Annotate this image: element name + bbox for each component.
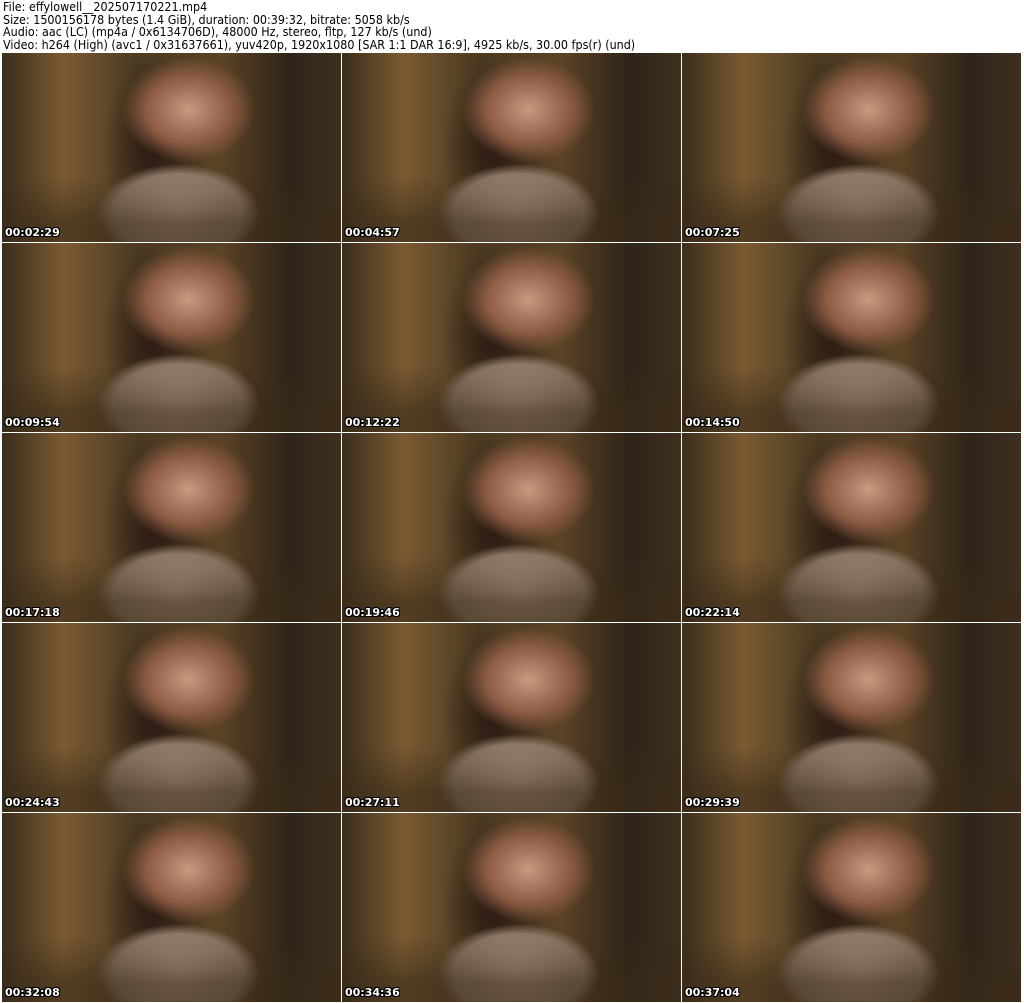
video-thumbnail: 00:32:08 — [2, 813, 341, 1002]
video-thumbnail: 00:07:25 — [682, 53, 1021, 242]
thumbnail-timestamp: 00:12:22 — [345, 416, 400, 429]
video-thumbnail: 00:34:36 — [342, 813, 681, 1002]
video-thumbnail: 00:27:11 — [342, 623, 681, 812]
thumbnail-timestamp: 00:07:25 — [685, 226, 740, 239]
thumbnail-timestamp: 00:34:36 — [345, 986, 400, 999]
thumbnail-grid: 00:02:29 00:04:57 00:07:25 00:09:54 00:12:22… — [2, 53, 1021, 1002]
video-thumbnail: 00:14:50 — [682, 243, 1021, 432]
video-thumbnail: 00:22:14 — [682, 433, 1021, 622]
thumbnail-timestamp: 00:32:08 — [5, 986, 60, 999]
video-thumbnail: 00:12:22 — [342, 243, 681, 432]
thumbnail-timestamp: 00:02:29 — [5, 226, 60, 239]
thumbnail-timestamp: 00:22:14 — [685, 606, 740, 619]
thumbnail-timestamp: 00:04:57 — [345, 226, 400, 239]
thumbnail-timestamp: 00:09:54 — [5, 416, 60, 429]
video-thumbnail: 00:37:04 — [682, 813, 1021, 1002]
file-info-header: File: effylowell__202507170221.mp4 Size:… — [3, 1, 683, 51]
video-thumbnail: 00:17:18 — [2, 433, 341, 622]
thumbnail-timestamp: 00:29:39 — [685, 796, 740, 809]
video-thumbnail: 00:04:57 — [342, 53, 681, 242]
video-thumbnail: 00:29:39 — [682, 623, 1021, 812]
video-info: Video: h264 (High) (avc1 / 0x31637661), … — [3, 37, 636, 52]
thumbnail-timestamp: 00:24:43 — [5, 796, 60, 809]
thumbnail-timestamp: 00:17:18 — [5, 606, 60, 619]
video-thumbnail: 00:24:43 — [2, 623, 341, 812]
thumbnail-timestamp: 00:19:46 — [345, 606, 400, 619]
video-thumbnail: 00:02:29 — [2, 53, 341, 242]
thumbnail-timestamp: 00:27:11 — [345, 796, 400, 809]
thumbnail-timestamp: 00:37:04 — [685, 986, 740, 999]
thumbnail-timestamp: 00:14:50 — [685, 416, 740, 429]
video-thumbnail: 00:19:46 — [342, 433, 681, 622]
video-thumbnail: 00:09:54 — [2, 243, 341, 432]
